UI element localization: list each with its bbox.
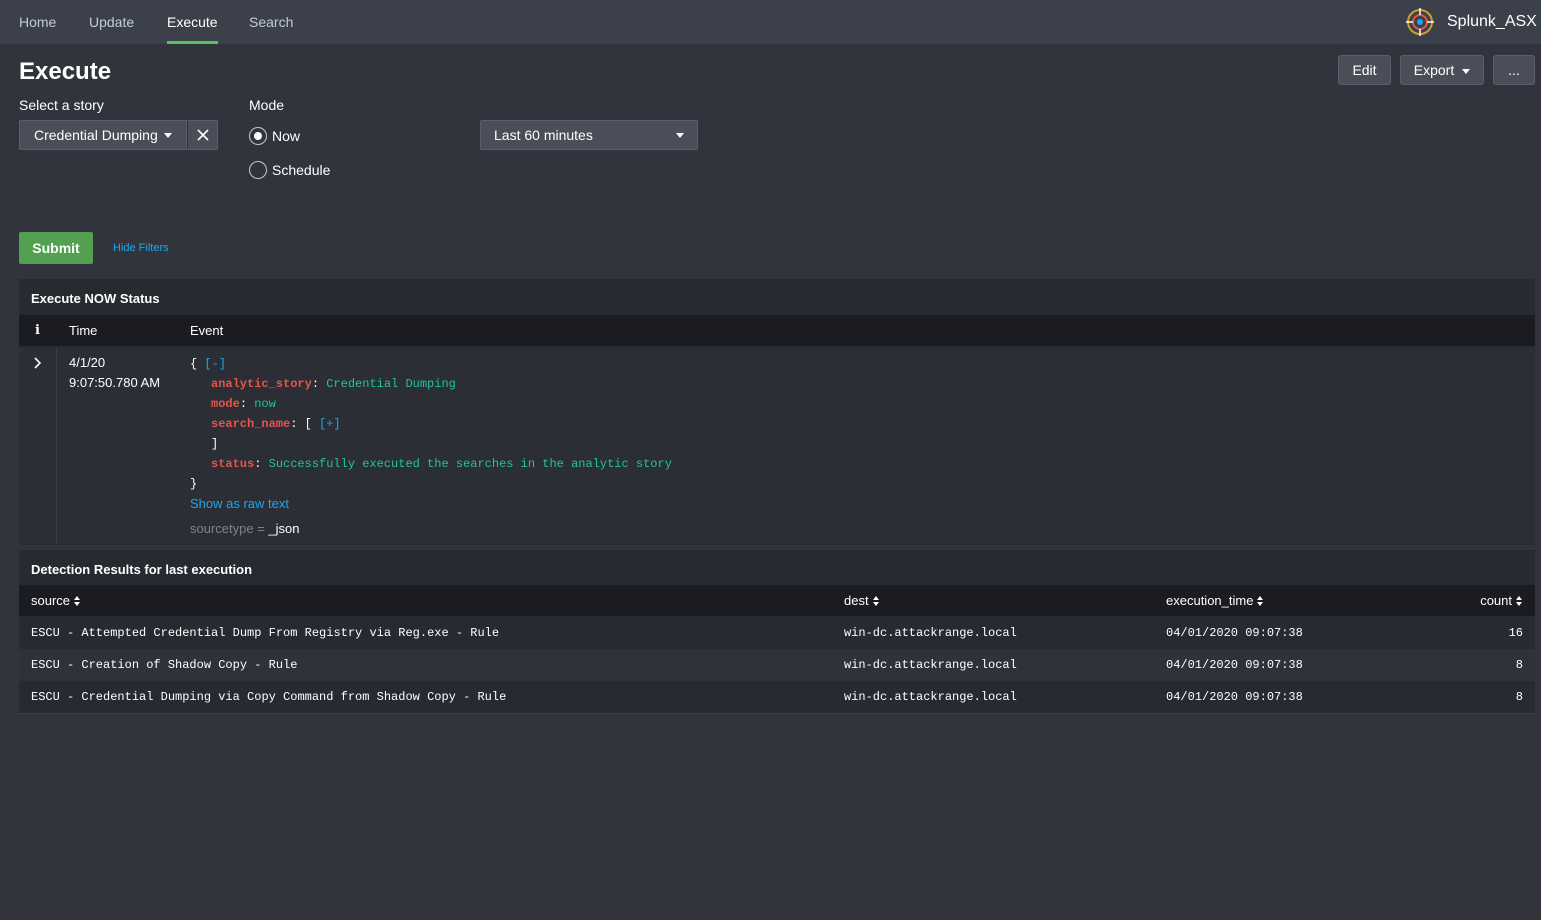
- json-key[interactable]: search_name: [211, 417, 290, 431]
- json-expand-toggle[interactable]: [+]: [319, 417, 341, 431]
- story-clear-button[interactable]: [187, 120, 218, 150]
- sort-icon: [1516, 596, 1523, 606]
- chevron-down-icon: [164, 133, 172, 138]
- export-button[interactable]: Export: [1400, 55, 1484, 85]
- time-range-picker[interactable]: Last 60 minutes: [480, 120, 698, 150]
- json-close-line: }: [190, 477, 198, 491]
- status-panel-title: Execute NOW Status: [31, 291, 160, 306]
- app-name: Splunk_ASX: [1447, 13, 1537, 30]
- chevron-right-icon[interactable]: [34, 357, 42, 369]
- json-key[interactable]: status: [211, 457, 254, 471]
- column-header-label: source: [31, 593, 71, 608]
- nav-update[interactable]: Update: [89, 0, 134, 44]
- results-panel-title: Detection Results for last execution: [31, 562, 253, 577]
- nav-search[interactable]: Search: [249, 0, 293, 44]
- close-icon: [197, 129, 209, 141]
- cell-source[interactable]: ESCU - Credential Dumping via Copy Comma…: [31, 681, 506, 713]
- chevron-down-icon: [676, 133, 684, 138]
- sort-icon: [872, 596, 880, 606]
- json-value[interactable]: Successfully executed the searches in th…: [269, 457, 672, 471]
- cell-execution-time[interactable]: 04/01/2020 09:07:38: [1166, 649, 1303, 681]
- cell-execution-time[interactable]: 04/01/2020 09:07:38: [1166, 617, 1303, 649]
- cell-dest[interactable]: win-dc.attackrange.local: [844, 681, 1017, 713]
- table-row[interactable]: ESCU - Credential Dumping via Copy Comma…: [19, 681, 1535, 713]
- nav-home[interactable]: Home: [19, 0, 56, 44]
- event-gutter: [56, 347, 57, 544]
- cell-count[interactable]: 8: [1516, 649, 1523, 681]
- radio-checked-icon: [249, 127, 267, 145]
- cell-count[interactable]: 8: [1516, 681, 1523, 713]
- json-field-analytic-story: analytic_story: Credential Dumping: [211, 377, 456, 391]
- info-column-header: i: [35, 323, 40, 338]
- export-button-label: Export: [1413, 62, 1455, 78]
- sort-icon: [74, 596, 81, 606]
- edit-button[interactable]: Edit: [1338, 55, 1391, 85]
- table-row[interactable]: ESCU - Attempted Credential Dump From Re…: [19, 617, 1535, 649]
- column-header-count[interactable]: count: [1480, 585, 1523, 616]
- json-collapse-toggle[interactable]: [-]: [204, 357, 226, 371]
- mode-radio-schedule-label: Schedule: [272, 162, 331, 178]
- column-header-source[interactable]: source: [31, 585, 81, 616]
- nav-execute[interactable]: Execute: [167, 0, 218, 44]
- mode-radio-now-label: Now: [272, 128, 301, 144]
- event-column-header: Event: [190, 323, 224, 338]
- divider: [19, 713, 1535, 714]
- page-title: Execute: [19, 58, 112, 85]
- story-dropdown[interactable]: Credential Dumping: [19, 120, 187, 150]
- status-table-header: i Time Event: [19, 315, 1535, 346]
- story-label: Select a story: [19, 97, 104, 113]
- sort-icon: [1257, 596, 1264, 606]
- event-row: 4/1/20 9:07:50.780 AM { [-] analytic_sto…: [19, 347, 1535, 544]
- time-column-header: Time: [69, 323, 98, 338]
- cell-source[interactable]: ESCU - Creation of Shadow Copy - Rule: [31, 649, 297, 681]
- cell-dest[interactable]: win-dc.attackrange.local: [844, 617, 1017, 649]
- table-row[interactable]: ESCU - Creation of Shadow Copy - Rule wi…: [19, 649, 1535, 681]
- column-header-label: count: [1480, 593, 1512, 608]
- json-key[interactable]: analytic_story: [211, 377, 312, 391]
- more-button-label: ...: [1508, 62, 1520, 78]
- json-value[interactable]: Credential Dumping: [326, 377, 456, 391]
- column-header-label: dest: [844, 593, 869, 608]
- sourcetype-value[interactable]: _json: [268, 521, 299, 536]
- mode-label: Mode: [249, 97, 285, 113]
- column-header-execution-time[interactable]: execution_time: [1166, 585, 1264, 616]
- json-array-close: ]: [211, 437, 219, 451]
- submit-button[interactable]: Submit: [19, 232, 93, 264]
- top-nav: Home Update Execute Search Splunk_ASX: [0, 0, 1541, 44]
- sourcetype-field: sourcetype = _json: [190, 521, 300, 536]
- sourcetype-label: sourcetype =: [190, 521, 265, 536]
- story-dropdown-value: Credential Dumping: [34, 127, 158, 143]
- show-raw-text-link[interactable]: Show as raw text: [190, 496, 289, 511]
- json-field-status: status: Successfully executed the search…: [211, 457, 672, 471]
- cell-dest[interactable]: win-dc.attackrange.local: [844, 649, 1017, 681]
- event-time: 9:07:50.780 AM: [69, 375, 161, 390]
- chevron-down-icon: [1462, 68, 1471, 74]
- json-field-search-name: search_name: [ [+]: [211, 417, 341, 431]
- cell-execution-time[interactable]: 04/01/2020 09:07:38: [1166, 681, 1303, 713]
- time-range-value: Last 60 minutes: [494, 127, 593, 143]
- results-table-header: source dest execution_time count: [19, 585, 1535, 616]
- more-button[interactable]: ...: [1493, 55, 1535, 85]
- json-key[interactable]: mode: [211, 397, 240, 411]
- hide-filters-link[interactable]: Hide Filters: [113, 242, 169, 254]
- cell-source[interactable]: ESCU - Attempted Credential Dump From Re…: [31, 617, 499, 649]
- column-header-label: execution_time: [1166, 593, 1254, 608]
- status-panel: Execute NOW Status i Time Event 4/1/20 9…: [19, 279, 1535, 545]
- edit-button-label: Edit: [1352, 62, 1377, 78]
- json-value[interactable]: now: [254, 397, 276, 411]
- cell-count[interactable]: 16: [1509, 617, 1523, 649]
- event-date: 4/1/20: [69, 355, 106, 370]
- column-header-dest[interactable]: dest: [844, 585, 880, 616]
- crosshair-icon: [1406, 8, 1434, 36]
- results-panel: Detection Results for last execution sou…: [19, 550, 1535, 714]
- json-field-mode: mode: now: [211, 397, 276, 411]
- json-open-line: { [-]: [190, 357, 227, 371]
- radio-unchecked-icon: [249, 161, 267, 179]
